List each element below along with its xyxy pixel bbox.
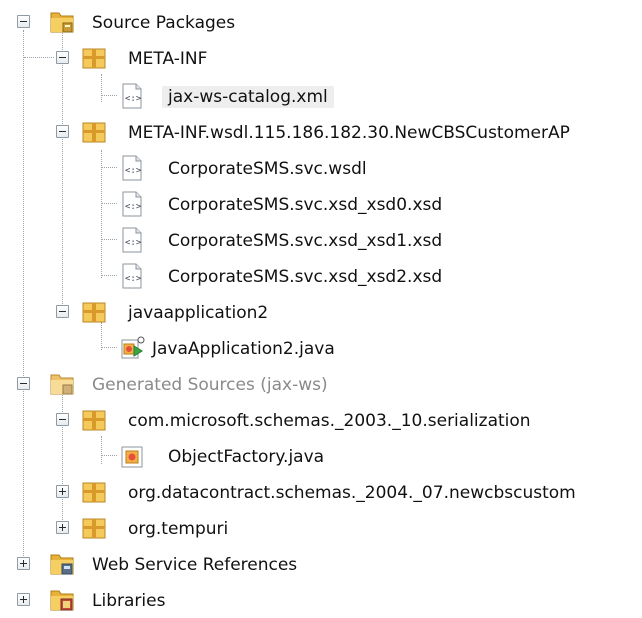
collapse-toggle[interactable] (17, 377, 30, 390)
collapse-toggle[interactable] (56, 413, 69, 426)
collapse-toggle[interactable] (56, 305, 69, 318)
tree-label: CorporateSMS.svc.wsdl (168, 159, 367, 179)
tree-node-web-service-references[interactable]: Web Service References (0, 548, 642, 582)
tree-node-javaapplication2-java[interactable]: JavaApplication2.java (0, 332, 642, 366)
tree-node-generated-sources[interactable]: Generated Sources (jax-ws) (0, 368, 642, 402)
xml-file-icon: <:> (122, 227, 142, 253)
package-icon (82, 482, 106, 503)
tree-node-org-tempuri[interactable]: org.tempuri (0, 512, 642, 546)
tree-label: Source Packages (92, 13, 236, 33)
svg-text:<:>: <:> (125, 166, 142, 176)
tree-label: Generated Sources (jax-ws) (92, 375, 328, 395)
tree-label: org.datacontract.schemas._2004._07.newcb… (128, 483, 576, 503)
generated-sources-folder-icon (50, 374, 74, 395)
xml-file-icon: <:> (122, 263, 142, 289)
tree-node-wsdl-file[interactable]: <:> CorporateSMS.svc.wsdl (0, 152, 642, 186)
package-icon (82, 302, 106, 323)
svg-text:<:>: <:> (125, 94, 142, 104)
tree-node-meta-inf[interactable]: META-INF (0, 42, 642, 76)
expand-toggle[interactable] (56, 485, 69, 498)
collapse-toggle[interactable] (56, 51, 69, 64)
tree-label: com.microsoft.schemas._2003._10.serializ… (128, 411, 531, 431)
tree-node-jax-ws-catalog[interactable]: <:> jax-ws-catalog.xml (0, 80, 642, 114)
tree-node-com-microsoft[interactable]: com.microsoft.schemas._2003._10.serializ… (0, 404, 642, 438)
tree-node-libraries[interactable]: Libraries (0, 584, 642, 618)
tree-label: ObjectFactory.java (168, 447, 325, 467)
svg-text:<:>: <:> (125, 238, 142, 248)
tree-label: Libraries (92, 591, 166, 611)
tree-label: CorporateSMS.svc.xsd_xsd2.xsd (168, 267, 443, 287)
tree-label: JavaApplication2.java (152, 339, 335, 359)
tree-label: javaapplication2 (128, 303, 269, 323)
java-class-icon (121, 446, 143, 468)
package-icon (82, 410, 106, 431)
tree-node-wsdl-file[interactable]: <:> CorporateSMS.svc.xsd_xsd1.xsd (0, 224, 642, 258)
expand-toggle[interactable] (17, 593, 30, 606)
java-main-class-icon (121, 336, 145, 359)
tree-node-meta-inf-wsdl[interactable]: META-INF.wsdl.115.186.182.30.NewCBSCusto… (0, 116, 642, 150)
xml-file-icon: <:> (122, 83, 142, 109)
libraries-folder-icon (50, 590, 74, 611)
xml-file-icon: <:> (122, 155, 142, 181)
tree-node-source-packages[interactable]: Source Packages (0, 6, 642, 40)
expand-toggle[interactable] (17, 557, 30, 570)
tree-label: META-INF.wsdl.115.186.182.30.NewCBSCusto… (128, 123, 570, 143)
tree-node-wsdl-file[interactable]: <:> CorporateSMS.svc.xsd_xsd2.xsd (0, 260, 642, 294)
package-icon (82, 48, 106, 69)
tree-label: META-INF (128, 49, 208, 69)
collapse-toggle[interactable] (17, 15, 30, 28)
tree-label: CorporateSMS.svc.xsd_xsd0.xsd (168, 195, 443, 215)
package-icon (82, 518, 106, 539)
web-service-folder-icon (50, 554, 74, 575)
svg-text:<:>: <:> (125, 274, 142, 284)
collapse-toggle[interactable] (56, 125, 69, 138)
expand-toggle[interactable] (56, 521, 69, 534)
package-icon (82, 122, 106, 143)
tree-node-wsdl-file[interactable]: <:> CorporateSMS.svc.xsd_xsd0.xsd (0, 188, 642, 222)
tree-node-object-factory[interactable]: ObjectFactory.java (0, 440, 642, 474)
tree-label: CorporateSMS.svc.xsd_xsd1.xsd (168, 231, 443, 251)
xml-file-icon: <:> (122, 191, 142, 217)
tree-label: org.tempuri (128, 519, 229, 539)
tree-label: Web Service References (92, 555, 298, 575)
source-packages-folder-icon (50, 12, 74, 33)
tree-node-javaapplication2[interactable]: javaapplication2 (0, 296, 642, 330)
svg-text:<:>: <:> (125, 202, 142, 212)
tree-label: jax-ws-catalog.xml (162, 86, 334, 108)
tree-node-org-datacontract[interactable]: org.datacontract.schemas._2004._07.newcb… (0, 476, 642, 510)
